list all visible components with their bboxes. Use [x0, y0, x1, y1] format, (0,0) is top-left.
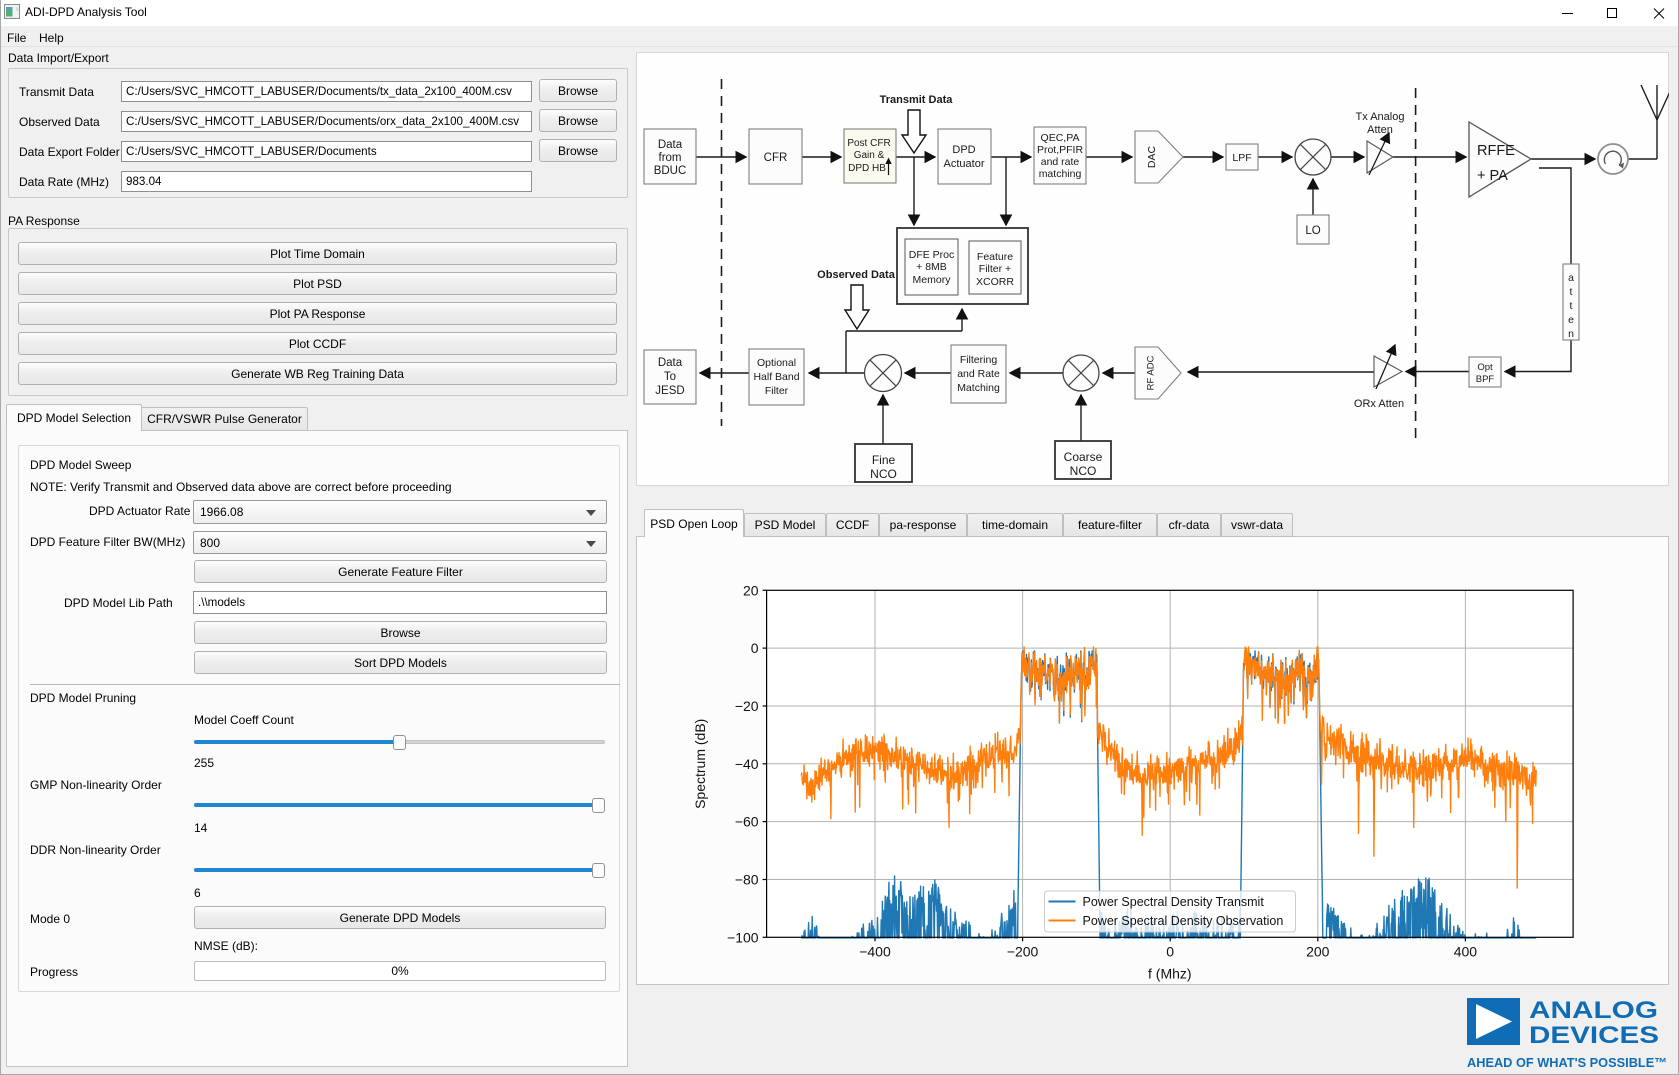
svg-text:QEC,PA: QEC,PA — [1041, 132, 1080, 144]
svg-text:and rate: and rate — [1041, 156, 1080, 168]
svg-text:20: 20 — [743, 582, 759, 598]
svg-text:−100: −100 — [727, 929, 759, 945]
svg-text:Fine: Fine — [872, 453, 896, 467]
svg-text:f (Mhz): f (Mhz) — [1148, 965, 1192, 981]
svg-text:DPD HB: DPD HB — [848, 163, 886, 174]
svg-text:t: t — [1570, 300, 1573, 312]
svg-text:RFFE: RFFE — [1477, 143, 1515, 159]
svg-text:Post CFR: Post CFR — [847, 138, 890, 149]
svg-text:200: 200 — [1306, 943, 1330, 959]
svg-text:400: 400 — [1454, 943, 1478, 959]
svg-text:−400: −400 — [859, 943, 891, 959]
svg-text:LPF: LPF — [1232, 152, 1251, 164]
svg-text:RF ADC: RF ADC — [1146, 355, 1157, 390]
svg-text:Observed Data: Observed Data — [817, 269, 896, 281]
svg-text:NCO: NCO — [870, 467, 897, 481]
svg-text:Memory: Memory — [913, 274, 952, 286]
svg-text:BPF: BPF — [1476, 374, 1495, 385]
svg-text:Half Band: Half Band — [753, 371, 799, 383]
svg-text:ANALOG: ANALOG — [1529, 997, 1658, 1024]
svg-text:−60: −60 — [735, 814, 759, 830]
svg-text:CFR: CFR — [764, 152, 788, 164]
svg-text:NCO: NCO — [1070, 464, 1097, 478]
svg-text:LO: LO — [1305, 225, 1320, 237]
svg-text:e: e — [1568, 314, 1574, 326]
svg-text:Gain &: Gain & — [854, 150, 885, 161]
svg-text:Optional: Optional — [757, 357, 796, 369]
svg-text:Tx Analog: Tx Analog — [1356, 111, 1405, 123]
svg-text:DPD: DPD — [952, 144, 975, 156]
svg-text:Power Spectral Density Observa: Power Spectral Density Observation — [1083, 914, 1284, 928]
svg-text:+ PA: + PA — [1477, 168, 1508, 184]
svg-text:AHEAD OF WHAT'S POSSIBLE™: AHEAD OF WHAT'S POSSIBLE™ — [1467, 1055, 1667, 1070]
svg-text:Coarse: Coarse — [1064, 450, 1103, 464]
svg-text:t: t — [1570, 286, 1573, 298]
svg-text:DEVICES: DEVICES — [1529, 1022, 1659, 1049]
svg-text:Feature: Feature — [977, 251, 1013, 263]
svg-text:Transmit Data: Transmit Data — [880, 94, 954, 106]
svg-text:Power Spectral Density Transmi: Power Spectral Density Transmit — [1083, 895, 1265, 909]
svg-text:DAC: DAC — [1146, 145, 1158, 168]
svg-text:Data: Data — [658, 139, 683, 151]
svg-text:Atten: Atten — [1367, 124, 1393, 136]
svg-text:−80: −80 — [735, 872, 759, 888]
svg-text:0: 0 — [751, 640, 759, 656]
svg-text:a: a — [1568, 272, 1574, 284]
svg-text:Matching: Matching — [957, 382, 1000, 394]
svg-text:Prot,PFIR: Prot,PFIR — [1037, 144, 1084, 156]
svg-text:n: n — [1568, 328, 1574, 340]
svg-text:Filter +: Filter + — [979, 263, 1011, 275]
svg-text:ORx Atten: ORx Atten — [1354, 398, 1404, 410]
svg-text:Spectrum (dB): Spectrum (dB) — [692, 719, 708, 809]
svg-text:BDUC: BDUC — [654, 165, 687, 177]
svg-text:To: To — [664, 371, 676, 383]
svg-text:−200: −200 — [1007, 943, 1039, 959]
svg-text:−20: −20 — [735, 698, 759, 714]
svg-text:matching: matching — [1039, 168, 1082, 180]
svg-text:0: 0 — [1166, 943, 1174, 959]
svg-text:−40: −40 — [735, 756, 759, 772]
svg-text:DFE Proc: DFE Proc — [909, 249, 955, 261]
svg-text:Filtering: Filtering — [960, 354, 998, 366]
svg-text:and Rate: and Rate — [957, 368, 1000, 380]
svg-text:Opt: Opt — [1477, 362, 1493, 373]
svg-text:JESD: JESD — [655, 385, 684, 397]
svg-text:XCORR: XCORR — [976, 276, 1014, 288]
svg-text:Filter: Filter — [765, 385, 789, 397]
svg-text:+ 8MB: + 8MB — [916, 261, 947, 273]
svg-text:Data: Data — [658, 357, 683, 369]
svg-text:from: from — [659, 152, 682, 164]
svg-text:Actuator: Actuator — [944, 158, 985, 170]
